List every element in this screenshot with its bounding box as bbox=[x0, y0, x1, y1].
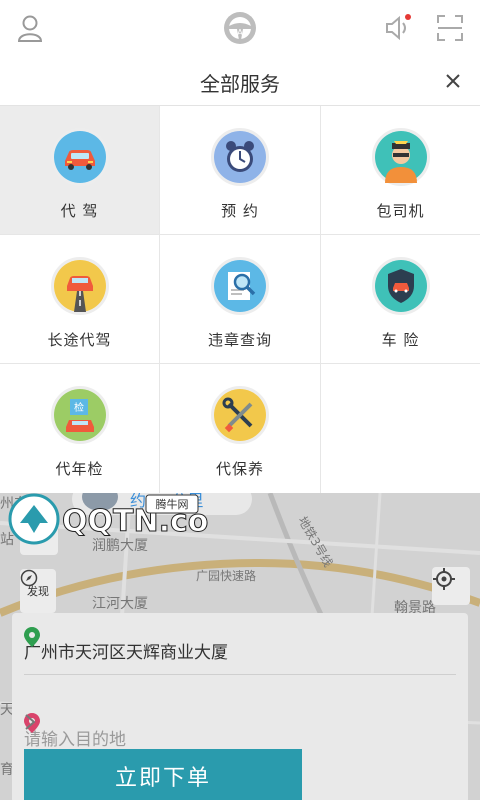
wrench-screwdriver-icon bbox=[211, 386, 269, 444]
svg-text:A: A bbox=[237, 28, 243, 37]
crosshair-icon bbox=[433, 568, 455, 590]
empty-cell bbox=[321, 364, 480, 493]
steering-wheel-logo-icon: A bbox=[222, 10, 258, 46]
service-label: 车 险 bbox=[381, 331, 420, 349]
service-hire-driver[interactable]: 包司机 bbox=[321, 106, 480, 235]
service-violation-query[interactable]: 违章查询 bbox=[160, 235, 321, 364]
service-label: 代年检 bbox=[55, 460, 104, 478]
green-pin-icon bbox=[24, 627, 40, 647]
service-label: 代保养 bbox=[215, 460, 264, 478]
close-icon[interactable] bbox=[440, 68, 466, 94]
speaker-icon[interactable] bbox=[380, 10, 416, 46]
page-title: 全部服务 bbox=[200, 72, 280, 96]
service-label: 预 约 bbox=[221, 202, 259, 220]
user-icon[interactable] bbox=[12, 10, 48, 46]
car-icon bbox=[50, 128, 109, 186]
service-label: 长途代驾 bbox=[47, 331, 112, 349]
document-search-icon bbox=[211, 257, 269, 315]
service-reservation[interactable]: 预 约 bbox=[160, 106, 321, 235]
chevron-right-icon bbox=[25, 714, 36, 730]
map-label: 广园快速路 bbox=[196, 569, 257, 583]
service-label: 代 驾 bbox=[60, 202, 99, 220]
road-car-icon bbox=[50, 257, 109, 315]
compass-icon bbox=[20, 569, 38, 587]
pickup-address: 广州市天河区天辉商业大厦 bbox=[24, 643, 228, 663]
service-label: 包司机 bbox=[376, 202, 425, 220]
notification-dot bbox=[405, 14, 411, 20]
discover-button[interactable]: 发现 bbox=[20, 569, 56, 613]
map-label: 江河大厦 bbox=[92, 596, 148, 612]
pickup-address-row[interactable]: 广州市天河区天辉商业大厦 bbox=[24, 627, 456, 675]
service-label: 违章查询 bbox=[207, 331, 272, 349]
service-car-insurance[interactable]: 车 险 bbox=[321, 235, 480, 364]
alarm-clock-icon bbox=[211, 128, 269, 186]
service-long-distance[interactable]: 长途代驾 bbox=[0, 235, 160, 364]
my-location-button[interactable] bbox=[432, 567, 470, 605]
svg-text:腾牛网: 腾牛网 bbox=[156, 497, 189, 511]
scan-icon[interactable] bbox=[432, 10, 468, 46]
inspection-icon: 检 bbox=[50, 386, 109, 444]
service-grid: 代 驾 预 约 包司机 长途代驾 违章查询 车 险 检 代年检 代保养 bbox=[0, 106, 480, 493]
qqtn-watermark: QQTN.com 腾牛网 bbox=[8, 493, 210, 545]
top-bar: A bbox=[0, 0, 480, 56]
service-maintenance[interactable]: 代保养 bbox=[160, 364, 321, 493]
panel-header: 全部服务 bbox=[0, 56, 480, 106]
submit-order-button[interactable]: 立即下单 bbox=[24, 749, 302, 800]
shield-car-icon bbox=[371, 257, 430, 315]
map-view[interactable]: 州东站 润鹏大厦 江河大厦 广园快速路 地铁3号线 翰景路 站 天 育 约2.5… bbox=[0, 493, 480, 800]
service-annual-inspection[interactable]: 检 代年检 bbox=[0, 364, 160, 493]
chauffeur-icon bbox=[371, 128, 430, 186]
svg-text:检: 检 bbox=[74, 401, 84, 414]
service-designated-driving[interactable]: 代 驾 bbox=[0, 106, 160, 235]
